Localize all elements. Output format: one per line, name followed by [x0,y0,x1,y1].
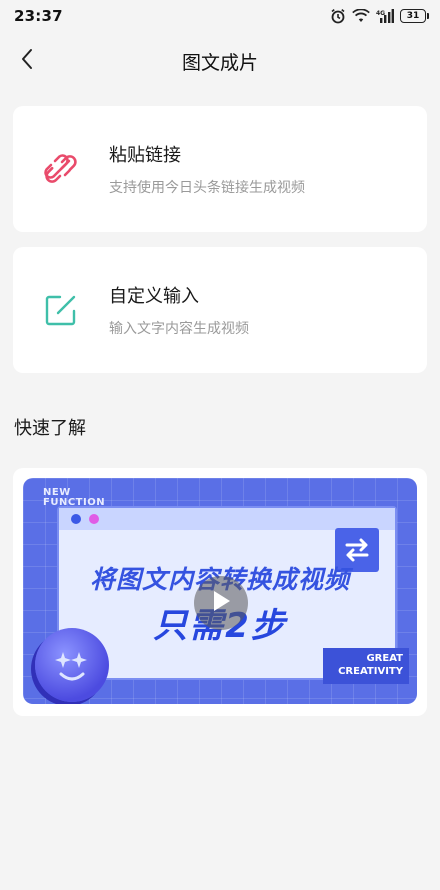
status-bar: 23:37 4G 31 [0,0,440,32]
video-thumbnail[interactable]: NEW FUNCTION 将图文内容转换成视频 只需2步 GREAT CREAT… [23,478,417,704]
status-icons: 4G 31 [330,8,429,24]
signal-4g-icon: 4G [376,9,394,23]
custom-input-title: 自定义输入 [109,286,199,307]
paste-link-text: 粘贴链接 支持使用今日头条链接生成视频 [109,141,305,197]
window-dot-blue [71,514,81,524]
new-function-tag: NEW FUNCTION [43,488,105,508]
link-icon [39,147,83,191]
smiley-coin-icon [35,628,109,702]
chevron-left-icon [20,48,34,74]
battery-icon: 31 [400,9,429,23]
battery-level: 31 [406,11,420,21]
back-button[interactable] [12,46,42,76]
nav-bar: 图文成片 [0,38,440,84]
edit-icon [39,288,83,332]
tutorial-video-card[interactable]: NEW FUNCTION 将图文内容转换成视频 只需2步 GREAT CREAT… [13,468,427,716]
custom-input-subtitle: 输入文字内容生成视频 [109,321,249,337]
window-dot-pink [89,514,99,524]
paste-link-card[interactable]: 粘贴链接 支持使用今日头条链接生成视频 [13,106,427,232]
badge-line-2: CREATIVITY [338,666,403,677]
wifi-icon [352,9,370,23]
badge-line-1: GREAT [366,653,403,664]
custom-input-text: 自定义输入 输入文字内容生成视频 [109,282,249,338]
window-bar [59,508,395,530]
play-icon [210,589,232,617]
custom-input-card[interactable]: 自定义输入 输入文字内容生成视频 [13,247,427,373]
paste-link-subtitle: 支持使用今日头条链接生成视频 [109,180,305,196]
alarm-icon [330,8,346,24]
great-creativity-badge: GREAT CREATIVITY [323,648,409,684]
status-time: 23:37 [14,7,63,25]
quick-learn-title: 快速了解 [14,418,86,439]
play-button[interactable] [194,576,248,630]
svg-text:4G: 4G [376,10,385,17]
paste-link-title: 粘贴链接 [109,145,181,166]
page-title: 图文成片 [181,51,258,74]
